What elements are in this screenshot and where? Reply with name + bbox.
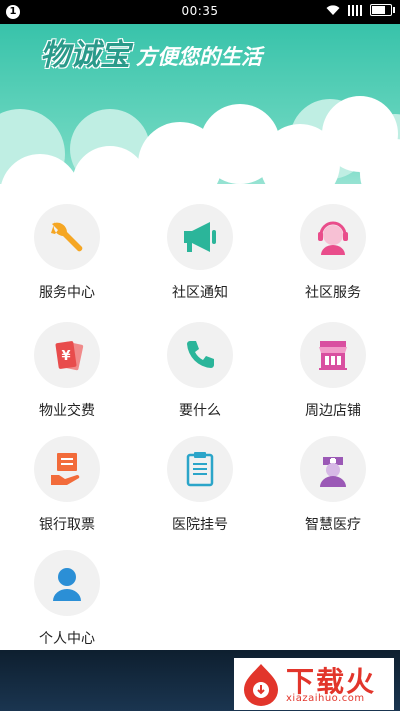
menu-item-bank-ticket[interactable]: 银行取票 (0, 436, 134, 534)
menu-label: 要什么 (179, 403, 221, 419)
nurse-icon (300, 436, 366, 502)
menu-item-nearby-shops[interactable]: 周边店铺 (266, 322, 400, 420)
menu-label: 社区通知 (172, 285, 228, 301)
menu-item-smart-medical[interactable]: 智慧医疗 (266, 436, 400, 534)
menu-label: 周边店铺 (305, 403, 361, 419)
megaphone-icon (167, 204, 233, 270)
shop-icon (300, 322, 366, 388)
flame-logo-icon (244, 664, 278, 706)
menu-label: 服务中心 (39, 285, 95, 301)
menu-item-hospital-register[interactable]: 医院挂号 (133, 436, 267, 534)
clipboard-icon (167, 436, 233, 502)
menu-label: 物业交费 (39, 403, 95, 419)
menu-item-what-need[interactable]: 要什么 (133, 322, 267, 420)
status-icons (326, 4, 395, 16)
menu-item-service-center[interactable]: 服务中心 (0, 204, 134, 302)
menu-item-community-service[interactable]: 社区服务 (266, 204, 400, 302)
menu-label: 个人中心 (39, 631, 95, 647)
ticket-hand-icon (34, 436, 100, 502)
menu-label: 银行取票 (39, 517, 95, 533)
menu-label: 社区服务 (305, 285, 361, 301)
menu-label: 医院挂号 (172, 517, 228, 533)
watermark-badge: 下载火 xiazaihuo.com (234, 658, 394, 710)
user-icon (34, 550, 100, 616)
wrench-icon (34, 204, 100, 270)
phone-icon (167, 322, 233, 388)
wifi-icon (326, 4, 340, 15)
support-agent-icon (300, 204, 366, 270)
header-banner: 物诚宝 方便您的生活 (0, 24, 400, 204)
app-logo-text: 物诚宝 (40, 38, 130, 73)
yuan-cards-icon: ¥ (34, 322, 100, 388)
svg-text:¥: ¥ (61, 349, 70, 364)
banner-title: 物诚宝 方便您的生活 (40, 30, 262, 74)
menu-label: 智慧医疗 (305, 517, 361, 533)
app-slogan: 方便您的生活 (136, 45, 262, 69)
menu-item-personal-center[interactable]: 个人中心 (0, 550, 134, 648)
watermark-url: xiazaihuo.com (286, 693, 365, 704)
status-bar: 1 00:35 (0, 0, 400, 24)
battery-icon (370, 4, 395, 16)
menu-item-property-fee[interactable]: ¥ 物业交费 (0, 322, 134, 420)
signal-icon (348, 4, 362, 16)
menu-item-community-notice[interactable]: 社区通知 (133, 204, 267, 302)
